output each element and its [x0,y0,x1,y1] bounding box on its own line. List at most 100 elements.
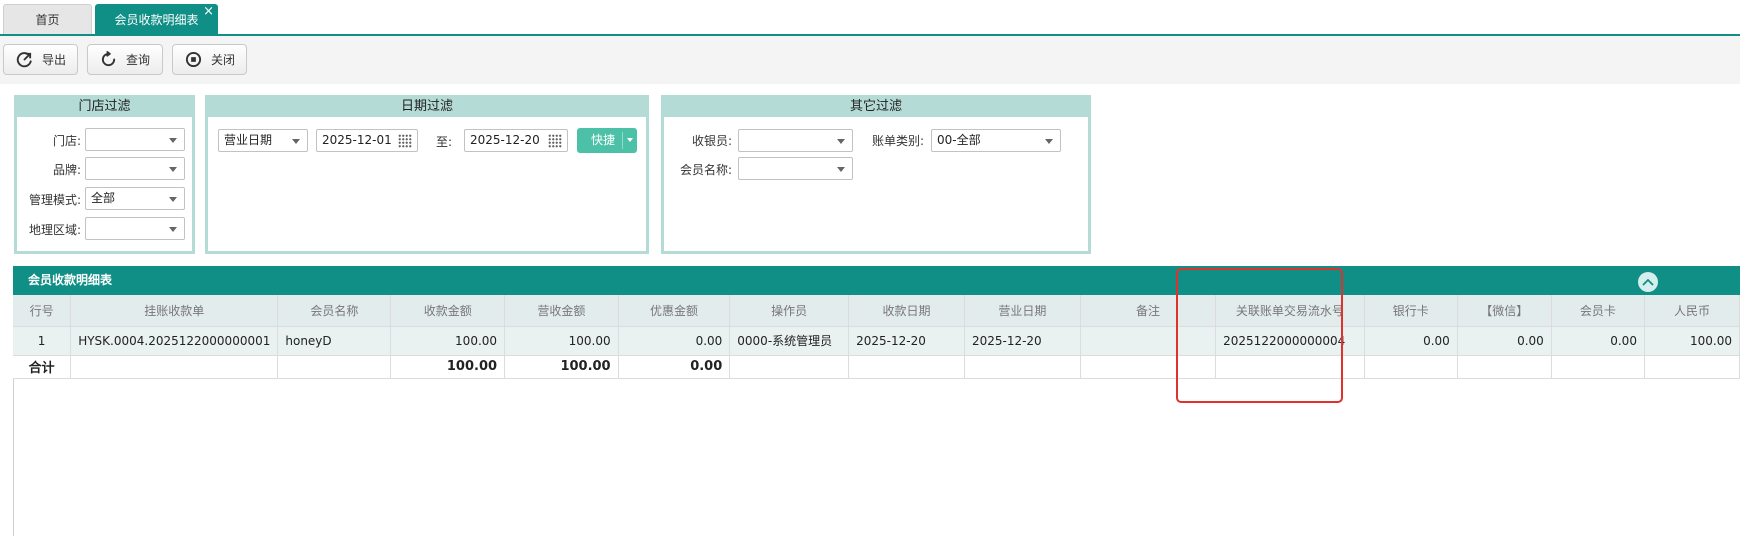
column-header[interactable]: 收款金额 [390,295,506,327]
tab-home[interactable]: 首页 [3,4,92,35]
member-name-select[interactable] [738,157,853,180]
table-header-row: 行号 挂账收款单 会员名称 收款金额 营收金额 优惠金额 操作员 收款日期 营业… [13,295,1740,327]
management-mode-label: 管理模式: [28,193,81,207]
table-total-row: 合计 100.00 100.00 0.00 [13,355,1740,379]
start-date-input[interactable]: 2025-12-01 [316,129,418,152]
calendar-icon[interactable] [548,134,562,148]
date-type-value: 营业日期 [224,133,273,147]
region-select[interactable] [85,217,185,240]
chevron-down-icon [292,139,300,144]
table-row[interactable]: 1 HYSK.0004.2025122000000001 honeyD 100.… [13,326,1740,356]
table-cell [848,355,965,379]
column-header[interactable]: 收款日期 [848,295,965,327]
end-date-value: 2025-12-20 [470,133,540,147]
query-button[interactable]: 查询 [87,44,163,75]
table-cell: 100.00 [1644,326,1740,356]
table-cell [1080,326,1217,356]
table-cell [277,355,392,379]
chevron-up-icon [1642,278,1654,286]
table-cell: 0000-系统管理员 [729,326,850,356]
other-filter-title: 其它过滤 [664,98,1088,117]
column-header[interactable]: 备注 [1080,295,1217,327]
collapse-panel-button[interactable] [1638,272,1658,292]
table-cell [1080,355,1217,379]
tab-bar: 首页 会员收款明细表 × [0,0,1740,36]
table-cell: 0.00 [1457,326,1552,356]
date-filter-group: 日期过滤 营业日期 2025-12-01 至: 2025-12-20 快捷 [205,95,649,254]
table-cell [1215,355,1365,379]
table-cell: HYSK.0004.2025122000000001 [70,326,279,356]
quick-date-button[interactable]: 快捷 [577,128,637,153]
export-button[interactable]: 导出 [3,44,78,75]
calendar-icon[interactable] [398,134,412,148]
column-header[interactable]: 行号 [13,295,72,327]
column-header[interactable]: 银行卡 [1364,295,1458,327]
close-label: 关闭 [211,53,236,67]
column-header[interactable]: 人民币 [1644,295,1740,327]
store-select[interactable] [85,128,185,151]
other-filter-group: 其它过滤 收银员: 账单类别: 00-全部 会员名称: [661,95,1091,254]
table-cell: 100.00 [504,326,619,356]
table-cell [1551,355,1645,379]
column-header[interactable]: 【微信】 [1457,295,1552,327]
table-cell: honeyD [277,326,392,356]
column-header[interactable]: 挂账收款单 [70,295,279,327]
region-label: 地理区域: [28,223,81,237]
grid-title: 会员收款明细表 [28,273,113,287]
chevron-down-icon [169,197,177,202]
chevron-down-icon [837,167,845,172]
close-button[interactable]: 关闭 [172,44,247,75]
table-cell: 0.00 [1551,326,1645,356]
chevron-down-icon [837,139,845,144]
table-cell [1457,355,1552,379]
table-cell: 0.00 [1364,326,1458,356]
bill-type-value: 00-全部 [937,133,981,147]
stop-circle-icon [185,51,202,68]
button-separator [622,132,623,149]
table-cell: 2025-12-20 [848,326,965,356]
tab-member-collection-detail[interactable]: 会员收款明细表 × [95,4,218,35]
column-header[interactable]: 关联账单交易流水号 [1215,295,1365,327]
column-header[interactable]: 会员名称 [277,295,392,327]
bill-type-select[interactable]: 00-全部 [931,129,1061,152]
table-cell: 1 [13,326,72,356]
bill-type-label: 账单类别: [871,134,924,148]
column-header[interactable]: 操作员 [729,295,850,327]
table-cell [729,355,850,379]
management-mode-value: 全部 [91,191,116,205]
table-cell: 2025-12-20 [964,326,1081,356]
total-collect-amount: 100.00 [390,355,506,379]
column-header[interactable]: 营收金额 [504,295,619,327]
table-cell: 2025122000000004 [1215,326,1365,356]
export-icon [16,52,32,68]
caret-down-icon [627,138,633,142]
to-label: 至: [436,135,453,149]
date-type-select[interactable]: 营业日期 [218,129,308,152]
column-header[interactable]: 优惠金额 [618,295,731,327]
table-cell [1644,355,1740,379]
end-date-input[interactable]: 2025-12-20 [464,129,568,152]
total-discount-amount: 0.00 [618,355,731,379]
management-mode-select[interactable]: 全部 [85,187,185,210]
chevron-down-icon [169,227,177,232]
member-collection-table: 行号 挂账收款单 会员名称 收款金额 营收金额 优惠金额 操作员 收款日期 营业… [13,295,1740,379]
chevron-down-icon [169,167,177,172]
column-header[interactable]: 营业日期 [964,295,1081,327]
cashier-select[interactable] [738,129,853,152]
table-cell [70,355,279,379]
cashier-label: 收银员: [691,134,732,148]
date-filter-title: 日期过滤 [208,98,646,117]
quick-label: 快捷 [591,133,616,147]
export-label: 导出 [42,53,67,67]
column-header[interactable]: 会员卡 [1551,295,1645,327]
toolbar: 导出 查询 关闭 [0,36,1740,84]
grid-panel-header: 会员收款明细表 [13,266,1740,295]
brand-label: 品牌: [52,163,81,177]
brand-select[interactable] [85,157,185,180]
close-tab-icon[interactable]: × [203,0,214,27]
tab-label: 会员收款明细表 [114,13,199,27]
member-name-label: 会员名称: [679,163,732,177]
store-filter-title: 门店过滤 [17,98,192,117]
table-cell: 100.00 [390,326,506,356]
start-date-value: 2025-12-01 [322,133,392,147]
